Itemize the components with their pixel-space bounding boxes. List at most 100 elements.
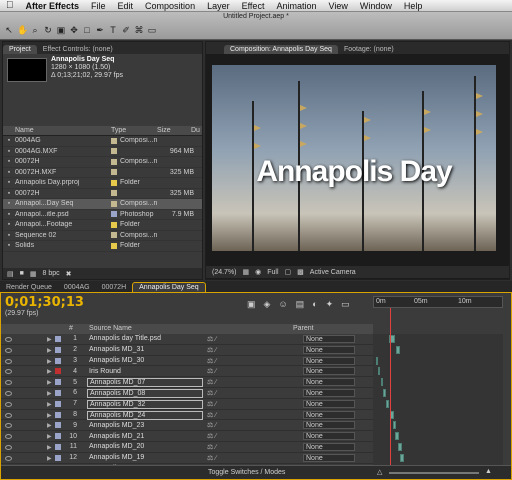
expand-triangle-icon[interactable]: ▶ [47, 336, 52, 343]
parent-dropdown[interactable]: None [303, 335, 355, 343]
parent-dropdown[interactable]: None [303, 389, 355, 397]
column-type[interactable]: Type [111, 127, 157, 134]
visibility-eye-icon[interactable] [5, 358, 12, 364]
layer-row[interactable]: ▶ 10 Annapolis MD_21 ⚖ ∕ None [1, 431, 373, 442]
tab-render-queue[interactable]: Render Queue [0, 283, 58, 292]
expand-triangle-icon[interactable]: ▶ [47, 390, 52, 397]
text-tool-icon[interactable]: T [108, 24, 118, 36]
layer-switches[interactable]: ⚖ ∕ [207, 443, 216, 451]
expand-triangle-icon[interactable]: ▶ [47, 444, 52, 451]
layer-label-color[interactable] [55, 433, 61, 440]
layer-duration-bar[interactable] [375, 356, 378, 365]
layer-label-color[interactable] [55, 346, 61, 353]
layer-label-color[interactable] [55, 411, 61, 418]
layer-duration-bar[interactable] [383, 389, 386, 397]
layer-row[interactable]: ▶ 8 Annapolis MD_24 ⚖ ∕ None [1, 410, 373, 421]
project-item[interactable]: ▪ 0004AG Composi...n [3, 136, 202, 147]
menu-animation[interactable]: Animation [270, 1, 322, 11]
column-duration[interactable]: Du [191, 127, 200, 134]
layer-row[interactable]: ▶ 6 Annapolis MD_08 ⚖ ∕ None [1, 388, 373, 399]
transparency-grid-icon[interactable]: ▩ [297, 268, 304, 276]
project-item[interactable]: ▪ Annapolis Day.prproj Folder [3, 178, 202, 189]
column-size[interactable]: Size [157, 127, 191, 134]
layer-source-name[interactable]: Annapolis MD_31 [87, 346, 203, 353]
layer-row[interactable]: ▶ 9 Annapolis MD_23 ⚖ ∕ None [1, 420, 373, 432]
expand-triangle-icon[interactable]: ▶ [47, 347, 52, 354]
visibility-eye-icon[interactable] [5, 401, 12, 407]
menu-layer[interactable]: Layer [201, 1, 236, 11]
bpc-label[interactable]: 8 bpc [42, 270, 59, 277]
menu-edit[interactable]: Edit [112, 1, 140, 11]
pen-tool-icon[interactable]: ✒ [95, 24, 105, 36]
shy-layers-icon[interactable]: ☺ [278, 299, 287, 310]
parent-dropdown[interactable]: None [303, 421, 355, 430]
menu-effect[interactable]: Effect [236, 1, 271, 11]
resolution-dropdown[interactable]: Full [267, 269, 278, 276]
layer-duration-bar[interactable] [396, 345, 401, 354]
layer-label-color[interactable] [55, 368, 61, 375]
visibility-eye-icon[interactable] [5, 369, 12, 375]
project-item[interactable]: ▪ 00072H Composi...n [3, 157, 202, 168]
layer-source-name[interactable]: Annapolis MD_30 [87, 357, 203, 364]
parent-dropdown[interactable]: None [303, 443, 355, 451]
layer-switches[interactable]: ⚖ ∕ [207, 389, 216, 397]
tab-composition[interactable]: Composition: Annapolis Day Seq [224, 45, 338, 54]
selected-item-name[interactable]: Annapolis Day Seq [51, 56, 114, 63]
layer-source-name[interactable]: Annapolis MD_07 [87, 378, 203, 388]
expand-triangle-icon[interactable]: ▶ [47, 422, 52, 429]
expand-triangle-icon[interactable]: ▶ [47, 379, 52, 386]
menu-file[interactable]: File [85, 1, 112, 11]
visibility-eye-icon[interactable] [5, 455, 12, 461]
layer-label-color[interactable] [55, 422, 61, 429]
zoom-in-icon[interactable]: ▲ [485, 468, 492, 475]
layer-switches[interactable]: ⚖ ∕ [207, 411, 216, 419]
column-name[interactable]: Name [3, 127, 111, 134]
brush-tool-icon[interactable]: ✐ [121, 24, 131, 36]
layer-label-color[interactable] [55, 379, 61, 386]
layer-row[interactable]: ▶ 12 Annapolis MD_19 ⚖ ∕ None [1, 453, 373, 464]
layer-source-name[interactable]: Annapolis MD_23 [87, 422, 203, 429]
interpret-footage-icon[interactable]: ▤ [7, 270, 14, 278]
menu-view[interactable]: View [322, 1, 353, 11]
zoom-dropdown[interactable]: (24.7%) [212, 269, 237, 276]
zoom-tool-icon[interactable]: ⌕ [30, 24, 40, 36]
menu-help[interactable]: Help [398, 1, 429, 11]
hand-tool-icon[interactable]: ✋ [17, 24, 28, 36]
expand-triangle-icon[interactable]: ▶ [47, 358, 52, 365]
layer-source-name[interactable]: Annapolis MD_08 [87, 389, 203, 398]
layer-switches[interactable]: ⚖ ∕ [207, 378, 216, 386]
menu-window[interactable]: Window [354, 1, 398, 11]
layer-source-name[interactable]: Annapolis MD_21 [87, 433, 203, 440]
visibility-eye-icon[interactable] [5, 434, 12, 440]
visibility-eye-icon[interactable] [5, 391, 12, 396]
motion-blur-icon[interactable]: ◐ [312, 299, 317, 310]
trash-icon[interactable]: ✖ [66, 270, 72, 278]
layer-label-color[interactable] [55, 444, 61, 450]
layer-duration-bar[interactable] [380, 378, 384, 387]
layer-row[interactable]: ▶ 5 Annapolis MD_07 ⚖ ∕ None [1, 377, 373, 388]
layer-row[interactable]: ▶ 4 Iris Round ⚖ ∕ None [1, 366, 373, 378]
frame-blending-icon[interactable]: ▤ [296, 299, 305, 310]
current-time-indicator[interactable] [389, 308, 391, 468]
tab-footage[interactable]: Footage: (none) [338, 45, 400, 54]
project-item[interactable]: ▪ Annapol...itle.psd Photoshop 7.9 MB [3, 210, 202, 220]
graph-editor-icon[interactable]: ▭ [341, 299, 350, 310]
layer-switches[interactable]: ⚖ ∕ [207, 432, 216, 440]
project-item[interactable]: ▪ Sequence 02 Composi...n [3, 231, 202, 241]
project-item[interactable]: ▪ Annapol...Footage Folder [3, 220, 202, 231]
layer-source-name[interactable]: Iris Round [87, 368, 203, 375]
layer-duration-bar[interactable] [395, 432, 399, 441]
visibility-eye-icon[interactable] [5, 445, 12, 450]
layer-duration-bar[interactable] [400, 453, 405, 462]
layer-switches[interactable]: ⚖ ∕ [207, 335, 216, 343]
clone-stamp-tool-icon[interactable]: ⌘ [134, 24, 144, 36]
layer-source-name[interactable]: Annapolis MD_19 [87, 454, 203, 461]
layer-label-color[interactable] [55, 400, 61, 407]
layer-duration-bar[interactable] [386, 399, 389, 408]
current-timecode[interactable]: 0;01;30;13 [5, 295, 84, 310]
expand-triangle-icon[interactable]: ▶ [47, 433, 52, 440]
layer-label-color[interactable] [55, 390, 61, 396]
expand-triangle-icon[interactable]: ▶ [47, 412, 52, 419]
visibility-eye-icon[interactable] [5, 347, 12, 353]
layer-source-name[interactable]: Annapolis MD_20 [87, 443, 203, 450]
